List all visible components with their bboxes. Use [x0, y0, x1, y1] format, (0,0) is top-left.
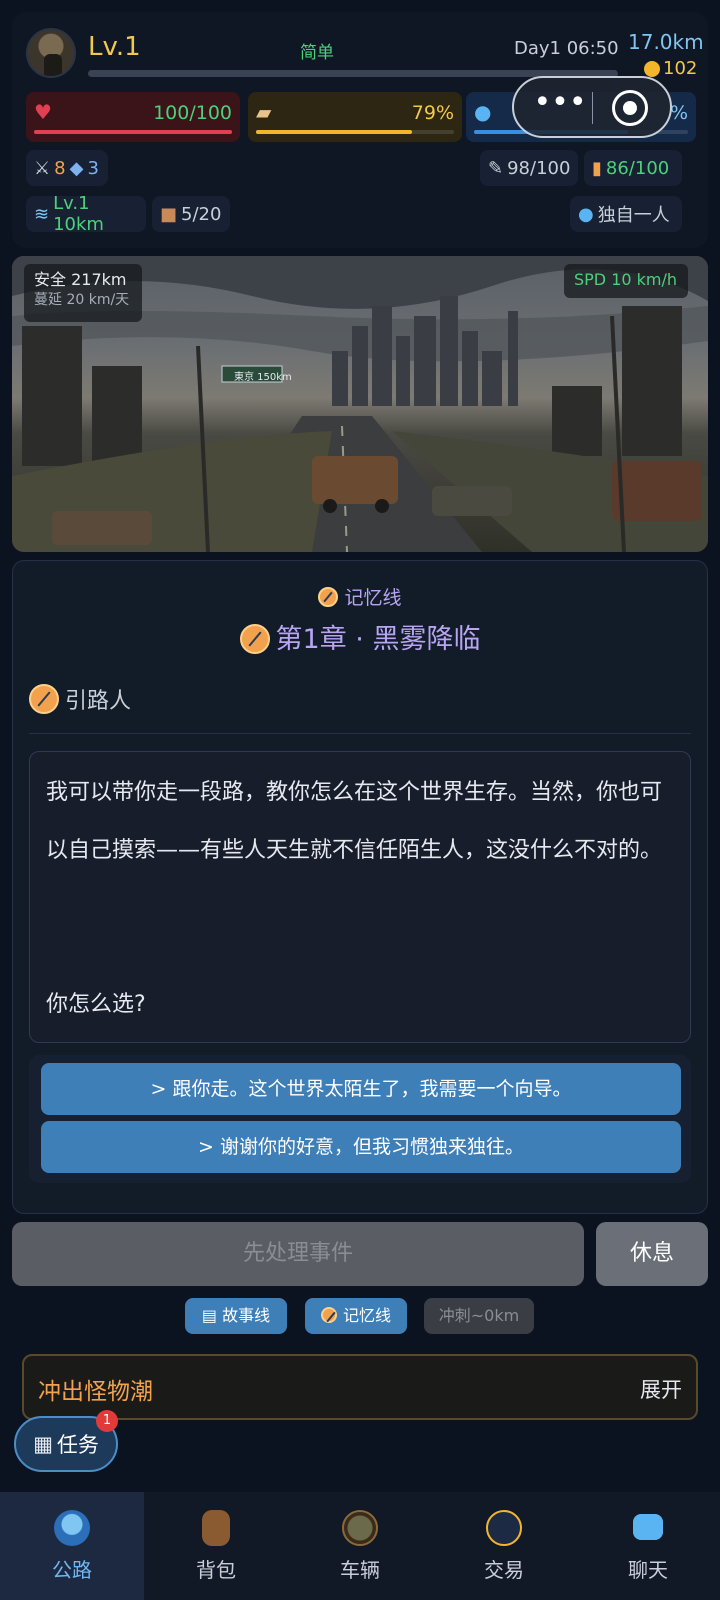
sprint-button[interactable]: 冲刺~0km — [424, 1298, 534, 1334]
dialog-text: 我可以带你走一段路，教你怎么在这个世界生存。当然，你也可以自己摸索——有些人天生… — [46, 780, 663, 863]
defense-value: 3 — [87, 157, 99, 179]
food-bar-fill — [256, 130, 413, 134]
memory-line-label: 记忆线 — [13, 583, 707, 610]
coin-value: 102 — [663, 58, 698, 79]
food-stat: ▰ 79% — [248, 92, 462, 142]
safe-distance: 安全 217km — [34, 270, 127, 289]
shield-icon: ◆ — [69, 157, 84, 179]
distance-traveled: 17.0km — [628, 30, 704, 54]
repair-chip: ✎ 98/100 — [480, 150, 578, 186]
road-icon — [54, 1510, 90, 1546]
backpack-icon — [202, 1510, 230, 1546]
safe-distance-badge: 安全 217km 蔓延 20 km/天 — [24, 264, 142, 322]
day-time: Day1 06:50 — [514, 38, 619, 59]
nav-chat-label: 聊天 — [628, 1558, 668, 1582]
quest-title: 冲出怪物潮 — [38, 1379, 153, 1405]
book-icon: ▤ — [201, 1306, 217, 1325]
nav-backpack-label: 背包 — [196, 1558, 236, 1582]
swords-icon: ⚔ — [34, 157, 51, 179]
capsule-divider — [592, 92, 593, 124]
divider — [29, 733, 691, 734]
inventory-value: 5/20 — [181, 203, 222, 225]
fuel-icon: ▮ — [592, 157, 602, 179]
nav-trade[interactable]: 交易 — [432, 1492, 576, 1600]
water-value: % — [669, 102, 688, 124]
nav-chat[interactable]: 聊天 — [576, 1492, 720, 1600]
choice-list: > 跟你走。这个世界太陌生了，我需要一个向导。 > 谢谢你的好意，但我习惯独来独… — [29, 1055, 691, 1183]
close-target-icon[interactable] — [612, 90, 648, 126]
nav-trade-label: 交易 — [484, 1558, 524, 1582]
task-label: 任务 — [56, 1433, 99, 1457]
fuel-value: 86/100 — [605, 157, 670, 179]
hp-stat: ♥ 100/100 — [26, 92, 240, 142]
tab-memory-label: 记忆线 — [342, 1306, 391, 1325]
choice-alone-button[interactable]: > 谢谢你的好意，但我习惯独来独往。 — [41, 1121, 681, 1173]
handle-event-button[interactable]: 先处理事件 — [12, 1222, 584, 1286]
speed-badge: SPD 10 km/h — [564, 264, 688, 298]
choice-follow-button[interactable]: > 跟你走。这个世界太陌生了，我需要一个向导。 — [41, 1063, 681, 1115]
expand-button[interactable]: 展开 — [640, 1374, 682, 1404]
coin-icon — [644, 60, 660, 77]
fuel-chip: ▮ 86/100 — [584, 150, 682, 186]
nav-road[interactable]: 公路 — [0, 1492, 144, 1600]
water-drop-icon: ● — [474, 100, 492, 124]
quest-panel[interactable]: 冲出怪物潮 展开 — [22, 1354, 698, 1420]
road-sign-text: 東京 150km — [234, 372, 292, 383]
bottom-nav: 公路 背包 车辆 交易 聊天 — [0, 1492, 720, 1600]
inventory-chip: ■ 5/20 — [152, 196, 230, 232]
bread-icon: ▰ — [256, 100, 272, 124]
chat-icon — [633, 1514, 663, 1540]
tab-memory-line[interactable]: 记忆线 — [305, 1298, 407, 1334]
wind-icon: ≋ — [34, 203, 50, 225]
speaker-name: 引路人 — [29, 683, 131, 715]
clipboard-icon: ▦ — [33, 1432, 53, 1456]
speaker-text: 引路人 — [65, 689, 132, 714]
attack-value: 8 — [54, 157, 66, 179]
road-scene-image: 安全 217km 蔓延 20 km/天 SPD 10 km/h 東京 150km — [12, 256, 708, 552]
avatar[interactable] — [26, 28, 76, 78]
rest-button[interactable]: 休息 — [596, 1222, 708, 1286]
dialog-box: 我可以带你走一段路，教你怎么在这个世界生存。当然，你也可以自己摸索——有些人天生… — [29, 751, 691, 1043]
tab-story-line[interactable]: ▤ 故事线 — [185, 1298, 287, 1334]
vehicle-level-chip: ≋ Lv.1 10km — [26, 193, 146, 235]
hp-value: 100/100 — [153, 102, 232, 124]
nav-vehicle[interactable]: 车辆 — [288, 1492, 432, 1600]
trade-icon — [486, 1510, 522, 1546]
food-value: 79% — [411, 102, 454, 124]
box-icon: ■ — [160, 203, 178, 225]
chapter-title: 第1章 · 黑雾降临 — [13, 617, 707, 656]
nav-road-label: 公路 — [52, 1558, 92, 1582]
tab-story-label: 故事线 — [222, 1306, 271, 1325]
dialog-question: 你怎么选? — [46, 992, 146, 1017]
story-panel: 记忆线 第1章 · 黑雾降临 引路人 我可以带你走一段路，教你怎么在这个世界生存… — [12, 560, 708, 1214]
hp-bar — [34, 130, 232, 134]
compass-icon — [29, 684, 59, 714]
player-level: Lv.1 — [88, 32, 141, 62]
memory-line-text: 记忆线 — [344, 587, 402, 609]
repair-value: 98/100 — [507, 157, 571, 179]
compass-icon — [320, 1307, 337, 1323]
hp-bar-fill — [34, 130, 232, 134]
wrench-icon: ✎ — [488, 157, 504, 179]
combat-stats-chip: ⚔ 8 ◆ 3 — [26, 150, 108, 186]
compass-icon — [239, 624, 270, 654]
vehicle-icon — [342, 1510, 378, 1546]
vehicle-level-value: Lv.1 10km — [53, 193, 104, 235]
food-bar — [256, 130, 454, 134]
chapter-title-text: 第1章 · 黑雾降临 — [275, 624, 481, 655]
compass-icon — [318, 587, 339, 607]
heart-icon: ♥ — [34, 100, 52, 124]
miniprogram-capsule: ••• — [512, 76, 672, 138]
team-chip[interactable]: ● 独自一人 — [570, 196, 682, 232]
person-icon: ● — [578, 203, 594, 225]
difficulty-label: 简单 — [300, 43, 334, 63]
team-value: 独自一人 — [597, 205, 670, 226]
coin-count: 102 — [644, 58, 697, 79]
nav-backpack[interactable]: 背包 — [144, 1492, 288, 1600]
nav-vehicle-label: 车辆 — [340, 1558, 380, 1582]
spread-speed: 蔓延 20 km/天 — [34, 292, 130, 308]
more-icon[interactable]: ••• — [532, 88, 588, 126]
task-count-badge: 1 — [96, 1410, 118, 1432]
